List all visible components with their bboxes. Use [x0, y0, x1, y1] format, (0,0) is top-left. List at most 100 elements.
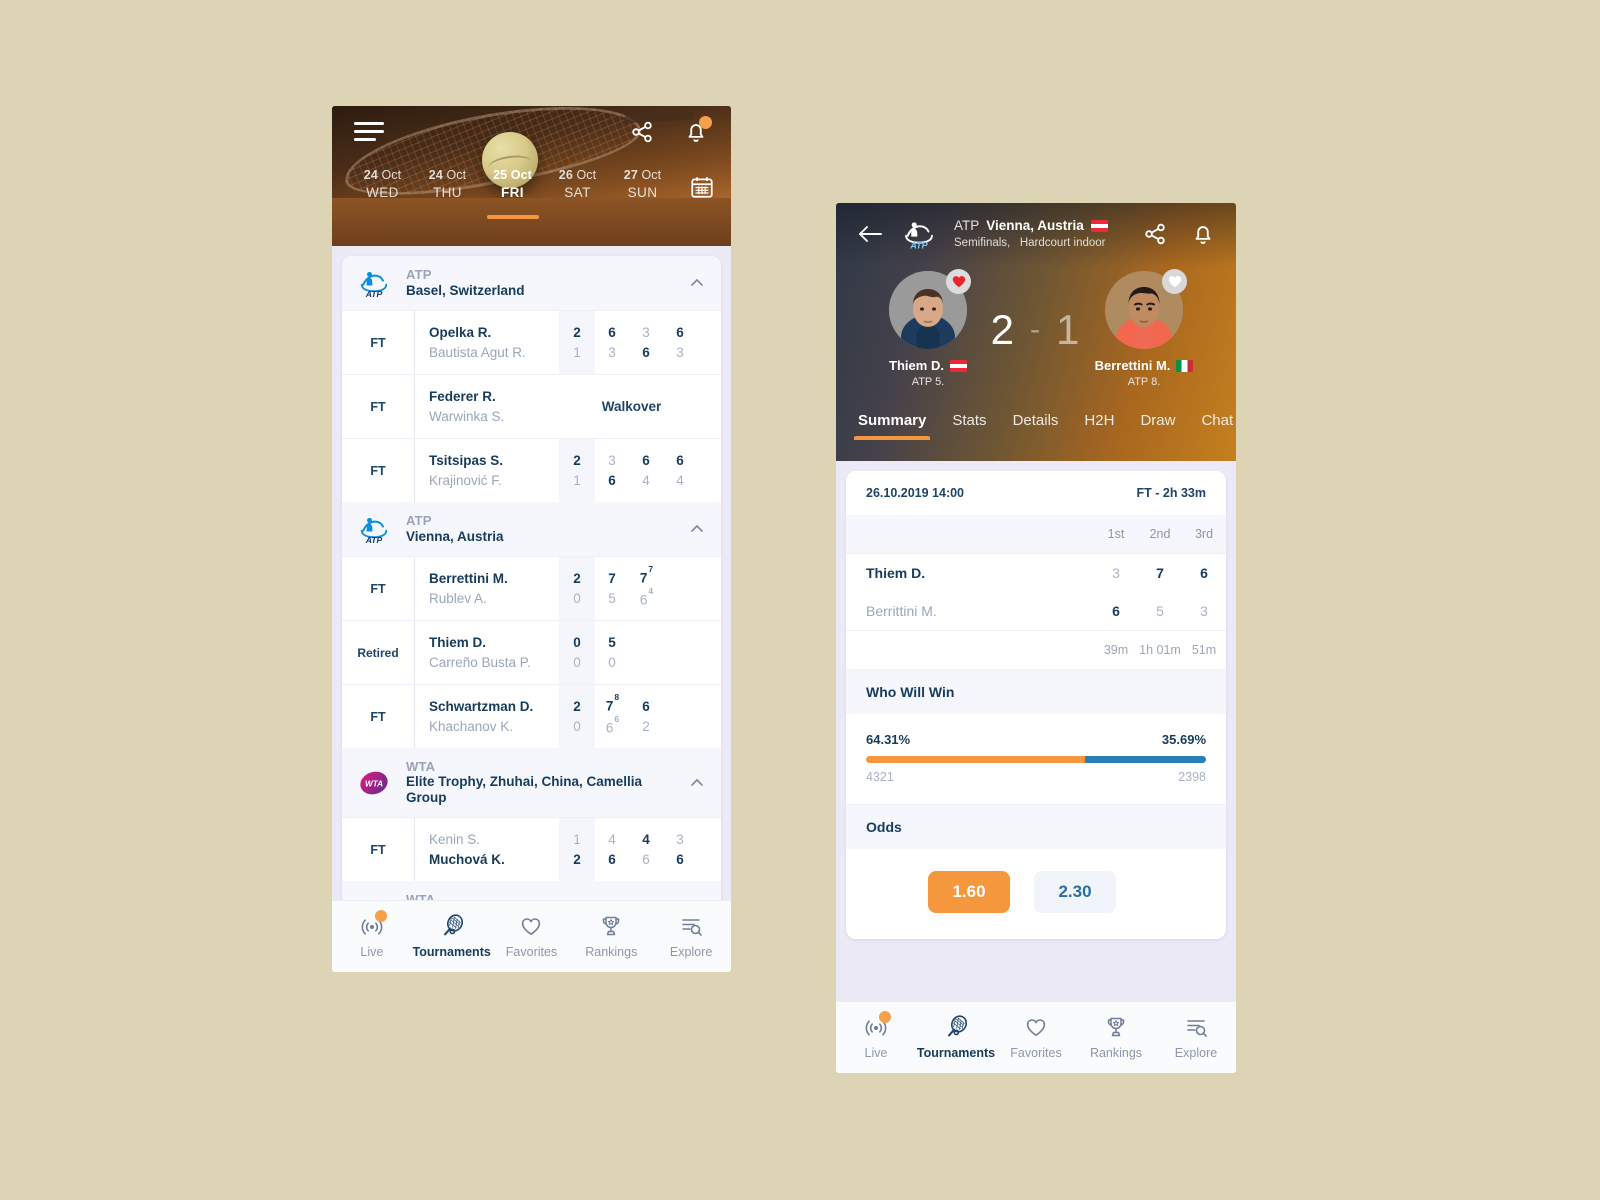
date-item-1[interactable]: 24 Oct THU	[415, 168, 480, 206]
summary-content: 26.10.2019 14:00 FT - 2h 33m 1st 2nd 3rd…	[836, 461, 1236, 939]
nav-item-favorites[interactable]: Favorites	[492, 914, 572, 959]
set-column: 4 6	[608, 831, 616, 868]
player-name: Kenin S.	[429, 831, 481, 847]
match-players: Opelka R. Bautista Agut R.	[414, 311, 559, 374]
match-row[interactable]: FT Opelka R. Bautista Agut R. 2 1 6 3 3 …	[342, 310, 721, 374]
match-status: FT	[370, 581, 386, 596]
tournament-header-basel[interactable]: ATP ATP Basel, Switzerland	[342, 256, 721, 310]
date-item-4[interactable]: 27 Oct SUN	[610, 168, 675, 206]
vote-count-left: 4321	[866, 770, 894, 784]
player-name: Federer R.	[429, 388, 496, 404]
bell-icon[interactable]	[1190, 221, 1216, 247]
set-column-tiebreak: 78 66	[605, 692, 620, 736]
odds-option-1[interactable]: 1.60	[928, 871, 1010, 913]
player-name: Muchová K.	[429, 852, 505, 868]
nav-item-favorites[interactable]: Favorites	[996, 1015, 1076, 1060]
calendar-button[interactable]	[675, 174, 715, 200]
set-column: 6 3	[676, 324, 684, 360]
player-name: Berrittini M.	[866, 603, 937, 619]
player-rank: ATP 5.	[911, 376, 945, 388]
nav-label: Tournaments	[916, 1046, 996, 1060]
nav-item-tournaments[interactable]: Tournaments	[916, 1015, 996, 1060]
tab-summary[interactable]: Summary	[853, 412, 931, 440]
player-name: Thiem D.	[429, 634, 487, 650]
date-item-0[interactable]: 24 Oct WED	[350, 168, 415, 206]
favorite-button[interactable]	[946, 269, 971, 294]
tab-chat[interactable]: Chat	[1201, 412, 1233, 440]
match-scores: 1 2 4 6 4 6 3 6	[559, 818, 721, 882]
tab-draw[interactable]: Draw	[1140, 412, 1175, 440]
nav-label: Rankings	[1089, 1046, 1143, 1060]
set-header-1st: 1st	[1094, 515, 1138, 554]
tournament-header-wta-1[interactable]: WTA WTA Elite Trophy, Zhuhai, China, Cam…	[342, 748, 721, 818]
player-name-block: Thiem D.	[870, 358, 986, 373]
tab-details[interactable]: Details	[1013, 412, 1059, 440]
tiebreak-score: 4	[648, 586, 654, 596]
match-scores: 2 1 3 6 6 4 6 4	[559, 439, 721, 502]
chevron-up-icon[interactable]	[689, 521, 705, 537]
match-row[interactable]: FT Kenin S. Muchová K. 1 2 4 6 4 6 3 6	[342, 817, 721, 882]
who-will-win-body: 64.31% 35.69% 4321 2398	[846, 714, 1226, 804]
tournament-title: WTA Elite Trophy, Zhuhai, China, Camelli…	[406, 759, 675, 806]
tournament-title: ATP Basel, Switzerland	[406, 267, 675, 298]
bottom-navigation: Live Tournaments Favorites Rankings Expl…	[836, 1001, 1236, 1073]
tiebreak-score: 6	[614, 714, 620, 724]
trophy-icon	[598, 914, 624, 938]
explore-icon	[678, 914, 704, 938]
match-row[interactable]: FT Tsitsipas S. Krajinović F. 2 1 3 6 6 …	[342, 438, 721, 502]
date-item-2-selected[interactable]: 25 Oct FRI	[480, 168, 545, 219]
hamburger-icon[interactable]	[354, 122, 384, 142]
match-hero: ATP ATP Vienna, Austria Semifinals, Hard…	[836, 203, 1236, 461]
share-icon[interactable]	[1142, 221, 1168, 247]
match-status: FT	[370, 399, 386, 414]
explore-icon	[1183, 1015, 1209, 1039]
who-will-win-title: Who Will Win	[846, 669, 1226, 714]
nav-item-tournaments[interactable]: Tournaments	[412, 914, 492, 959]
player-name: Schwartzman D.	[429, 698, 534, 714]
date-day: 25	[493, 168, 508, 182]
nav-item-explore[interactable]: Explore	[651, 914, 731, 959]
tab-stats[interactable]: Stats	[952, 412, 986, 440]
chevron-up-icon[interactable]	[689, 275, 705, 291]
tournament-title: ATP Vienna, Austria	[406, 513, 675, 544]
tournament-header-vienna[interactable]: ATP ATP Vienna, Austria	[342, 502, 721, 556]
date-dow: WED	[366, 185, 399, 200]
heart-icon	[518, 914, 544, 938]
player-2: Berrettini M. ATP 8.	[1086, 269, 1202, 388]
vote-bar-right	[1084, 756, 1206, 763]
racket-icon	[943, 1015, 969, 1039]
nav-item-explore[interactable]: Explore	[1156, 1015, 1236, 1060]
player-name: Rublev A.	[429, 591, 487, 606]
match-row[interactable]: Retired Thiem D. Carreño Busta P. 0 0 5 …	[342, 620, 721, 684]
date-month: Oct	[510, 168, 532, 182]
nav-item-rankings[interactable]: Rankings	[1076, 1015, 1156, 1060]
match-row[interactable]: FT Federer R. Warwinka S. Walkover	[342, 374, 721, 438]
date-day: 26	[558, 168, 573, 182]
nav-item-live[interactable]: Live	[836, 1011, 916, 1060]
match-row[interactable]: FT Berrettini M. Rublev A. 2 0 7 5 77 64	[342, 556, 721, 620]
chevron-up-icon[interactable]	[689, 775, 705, 791]
odds-option-2[interactable]: 2.30	[1034, 871, 1116, 913]
set-score: 3	[1112, 565, 1120, 581]
tab-h2h[interactable]: H2H	[1084, 412, 1114, 440]
nav-item-rankings[interactable]: Rankings	[571, 914, 651, 959]
match-players: Tsitsipas S. Krajinović F.	[414, 439, 559, 502]
match-top-bar: ATP ATP Vienna, Austria Semifinals, Hard…	[836, 203, 1236, 265]
match-tournament-info: ATP Vienna, Austria Semifinals, Hardcour…	[954, 218, 1126, 250]
match-row[interactable]: FT Schwartzman D. Khachanov K. 2 0 78 66	[342, 684, 721, 748]
set-column: 5 0	[608, 634, 616, 670]
tournament-location: Elite Trophy, Zhuhai, China, Camellia Gr…	[406, 774, 643, 806]
austria-flag-icon	[949, 359, 967, 372]
player-rank: ATP 8.	[1127, 376, 1161, 388]
player1-score: 2	[990, 305, 1016, 353]
set-duration: 51m	[1182, 630, 1226, 669]
date-item-3[interactable]: 26 Oct SAT	[545, 168, 610, 206]
back-arrow-icon[interactable]	[856, 223, 884, 245]
notifications-button[interactable]	[683, 116, 712, 145]
favorite-button[interactable]	[1162, 269, 1187, 294]
svg-text:ATP: ATP	[365, 535, 383, 545]
share-icon[interactable]	[629, 119, 655, 145]
match-status: FT	[370, 463, 386, 478]
player-name: Khachanov K.	[429, 719, 514, 734]
nav-item-live[interactable]: Live	[332, 910, 412, 959]
